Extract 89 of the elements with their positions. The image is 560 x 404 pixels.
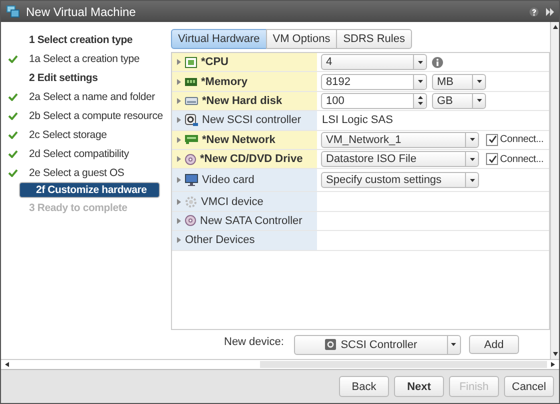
caret-icon bbox=[476, 80, 482, 84]
expand-arrow-icon[interactable] bbox=[177, 117, 181, 124]
device-name: Video card bbox=[202, 174, 254, 186]
wizard-step[interactable]: 1a Select a creation type bbox=[5, 49, 160, 68]
caret-icon bbox=[451, 343, 456, 346]
memory-icon bbox=[185, 78, 197, 86]
disc-icon bbox=[185, 215, 196, 226]
expand-arrow-icon[interactable] bbox=[177, 177, 181, 184]
tab[interactable]: VM Options bbox=[266, 29, 338, 49]
expand-arrow-icon[interactable] bbox=[177, 198, 181, 205]
unit-dropdown[interactable]: GB bbox=[432, 92, 486, 109]
expand-arrow-icon[interactable] bbox=[177, 136, 181, 143]
expand-arrow-icon[interactable] bbox=[177, 98, 181, 104]
step-heading[interactable]: 1 Select creation type bbox=[5, 30, 160, 49]
unit-dropdown[interactable]: MB bbox=[432, 74, 486, 90]
value-dropdown[interactable]: Specify custom settings bbox=[321, 172, 479, 188]
device-label-cell[interactable]: *New Hard disk bbox=[172, 92, 317, 110]
device-name: *New Hard disk bbox=[202, 94, 282, 107]
controller-icon bbox=[185, 114, 198, 126]
scroll-right-icon[interactable] bbox=[551, 362, 555, 367]
device-label-cell[interactable]: *New Network bbox=[172, 130, 317, 149]
value-dropdown[interactable]: 4 bbox=[321, 54, 427, 70]
gear-icon bbox=[185, 196, 197, 208]
expand-arrow-icon[interactable] bbox=[177, 78, 181, 85]
network-card-icon bbox=[185, 135, 198, 144]
monitor-icon bbox=[185, 174, 198, 186]
expand-arrow-icon[interactable] bbox=[177, 156, 181, 162]
value-dropdown[interactable]: Datastore ISO File bbox=[321, 151, 479, 168]
info-icon[interactable] bbox=[432, 56, 443, 68]
footer-button[interactable]: Cancel bbox=[504, 376, 554, 397]
step-heading[interactable]: 2 Edit settings bbox=[5, 68, 160, 87]
scroll-left-icon[interactable] bbox=[5, 362, 9, 367]
device-name: *Memory bbox=[201, 76, 248, 88]
expand-icon[interactable] bbox=[545, 6, 555, 16]
vertical-scrollbar[interactable] bbox=[550, 22, 559, 359]
tab[interactable]: SDRS Rules bbox=[336, 29, 412, 49]
caret-icon bbox=[418, 60, 422, 64]
wizard-step[interactable]: 2c Select storage bbox=[5, 125, 160, 144]
wizard-step[interactable]: 2e Select a guest OS bbox=[5, 163, 160, 182]
horizontal-scrollbar[interactable] bbox=[1, 359, 559, 369]
chip-icon bbox=[185, 56, 197, 68]
device-label-cell[interactable]: New SCSI controller bbox=[172, 111, 317, 130]
window-title: New Virtual Machine bbox=[26, 4, 136, 18]
new-device-label: New device: bbox=[224, 336, 284, 348]
device-name: *CPU bbox=[201, 56, 229, 68]
caret-icon bbox=[418, 80, 422, 84]
caret-icon bbox=[470, 158, 474, 161]
virtual-machine-icon bbox=[6, 5, 20, 18]
value-text: LSI Logic SAS bbox=[321, 114, 393, 126]
spinner-arrows-icon bbox=[418, 96, 422, 106]
device-name: New SATA Controller bbox=[200, 214, 302, 227]
device-name: *New CD/DVD Drive bbox=[200, 153, 303, 166]
scroll-up-icon[interactable] bbox=[552, 25, 558, 29]
device-name: *New Network bbox=[202, 134, 276, 146]
add-button[interactable]: Add bbox=[468, 335, 519, 354]
disc-icon bbox=[185, 154, 196, 165]
controller-icon bbox=[324, 339, 336, 350]
wizard-step[interactable]: 2d Select compatibility bbox=[5, 144, 160, 163]
expand-arrow-icon[interactable] bbox=[177, 218, 181, 224]
device-label-cell[interactable]: *New CD/DVD Drive bbox=[172, 150, 317, 168]
device-label-cell[interactable]: Video card bbox=[172, 169, 317, 192]
expand-arrow-icon[interactable] bbox=[177, 59, 181, 66]
footer-button[interactable]: Back bbox=[339, 376, 389, 397]
device-label-cell[interactable]: New SATA Controller bbox=[172, 212, 317, 230]
device-label-cell[interactable]: *Memory bbox=[172, 72, 317, 91]
device-dropdown[interactable]: SCSI Controller bbox=[294, 334, 461, 354]
caret-icon bbox=[470, 138, 474, 142]
device-name: Other Devices bbox=[185, 234, 255, 246]
value-combo-box[interactable]: 8192 bbox=[321, 74, 427, 90]
help-icon[interactable] bbox=[529, 6, 539, 16]
scroll-down-icon[interactable] bbox=[552, 352, 558, 356]
checkbox[interactable] bbox=[486, 134, 498, 146]
expand-arrow-icon[interactable] bbox=[177, 237, 181, 244]
device-name: New SCSI controller bbox=[202, 114, 302, 126]
checkbox-label: Connect... bbox=[500, 154, 544, 165]
value-dropdown[interactable]: VM_Network_1 bbox=[321, 132, 479, 148]
device-name: VMCI device bbox=[201, 196, 264, 208]
tab[interactable]: Virtual Hardware bbox=[171, 29, 267, 49]
device-label-cell[interactable]: *CPU bbox=[172, 53, 317, 72]
caret-icon bbox=[470, 178, 474, 182]
caret-icon bbox=[476, 99, 482, 102]
value-spinner[interactable]: 100 bbox=[321, 92, 427, 109]
primary-button[interactable]: Next bbox=[394, 376, 444, 397]
checkbox-label: Connect... bbox=[500, 134, 544, 146]
wizard-step[interactable]: 2a Select a name and folder bbox=[5, 87, 160, 106]
device-label-cell[interactable]: Other Devices bbox=[172, 231, 317, 250]
current-step[interactable]: 2f Customize hardware bbox=[19, 182, 160, 198]
device-label-cell[interactable]: VMCI device bbox=[172, 192, 317, 211]
checkbox[interactable] bbox=[486, 153, 498, 166]
